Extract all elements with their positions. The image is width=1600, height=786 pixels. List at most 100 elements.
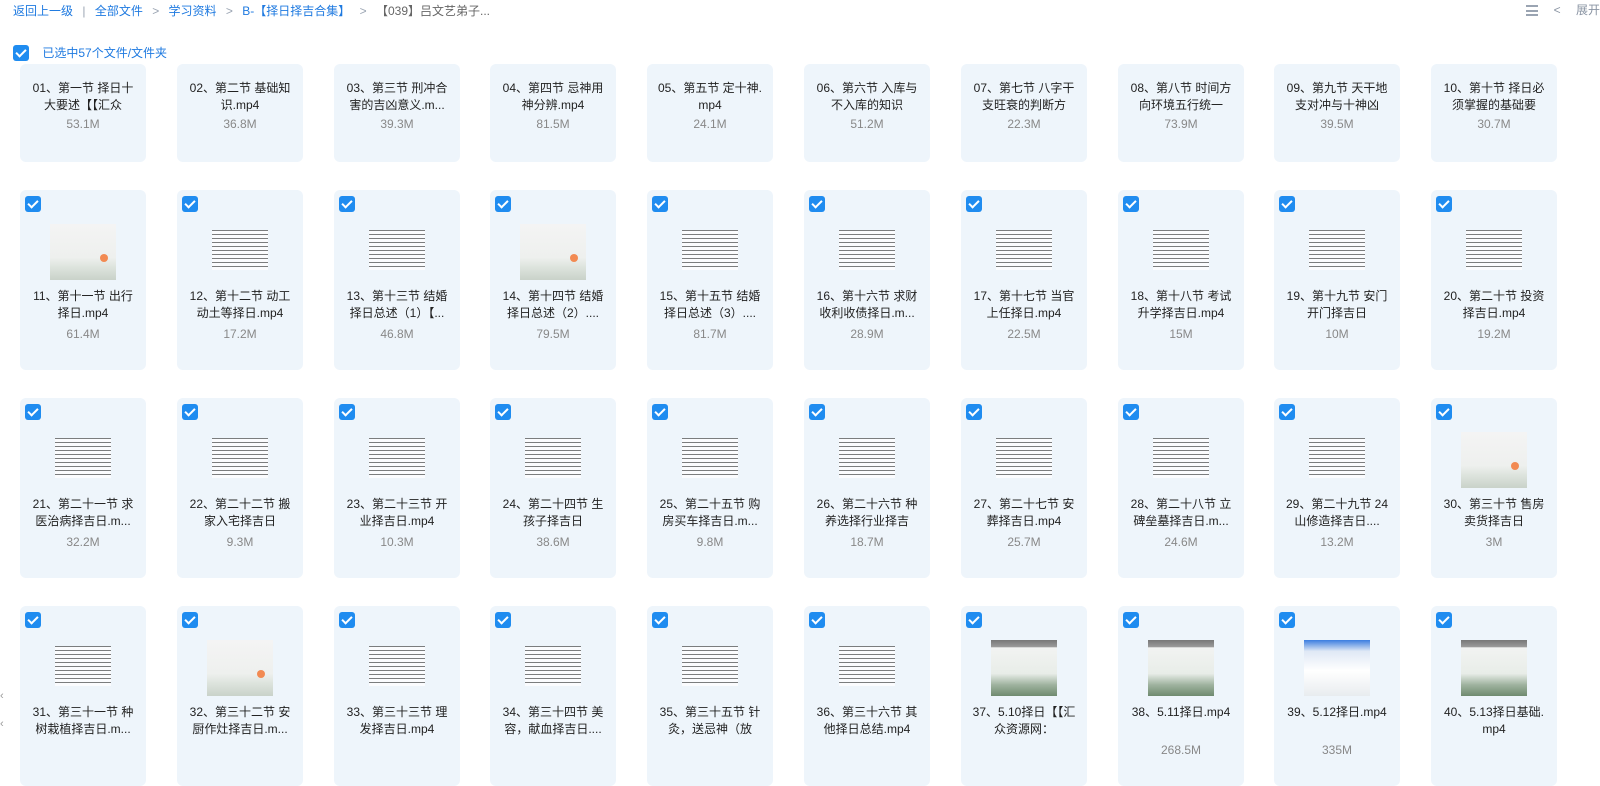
collapse-arrow-icon[interactable]: < (1554, 3, 1561, 17)
file-checkbox[interactable] (809, 196, 825, 212)
file-checkbox[interactable] (966, 404, 982, 420)
file-name: 04、第四节 忌神用神分辨.mp4 (502, 81, 604, 112)
file-checkbox[interactable] (1123, 196, 1139, 212)
file-card[interactable]: 27、第二十七节 安葬择吉日.mp4 25.7M (961, 398, 1087, 578)
file-card[interactable]: 10、第十节 择日必须掌握的基础要 30.7M (1431, 64, 1557, 162)
breadcrumb-study-materials[interactable]: 学习资料 (169, 2, 217, 19)
file-card[interactable]: 16、第十六节 求财收利收债择日.m... 28.9M (804, 190, 930, 370)
scroll-left-icon[interactable]: ‹ (0, 718, 4, 730)
file-checkbox[interactable] (966, 196, 982, 212)
file-checkbox[interactable] (182, 196, 198, 212)
file-checkbox[interactable] (1436, 612, 1452, 628)
file-name: 08、第八节 时间方向环境五行统一 (1130, 81, 1232, 112)
video-thumbnail (1309, 230, 1365, 270)
file-card[interactable]: 36、第三十六节 其他择日总结.mp4 (804, 606, 930, 786)
file-card[interactable]: 05、第五节 定十神.mp4 24.1M (647, 64, 773, 162)
file-card[interactable]: 20、第二十节 投资择吉日.mp4 19.2M (1431, 190, 1557, 370)
file-card[interactable]: 37、5.10择日【【汇众资源网： (961, 606, 1087, 786)
file-card[interactable]: 23、第二十三节 开业择吉日.mp4 10.3M (334, 398, 460, 578)
file-checkbox[interactable] (1123, 612, 1139, 628)
file-size: 30.7M (1477, 117, 1511, 131)
file-size: 38.6M (536, 535, 570, 549)
file-card[interactable]: 01、第一节 择日十大要述【【汇众 53.1M (20, 64, 146, 162)
video-thumbnail (1309, 438, 1365, 478)
file-card[interactable]: 17、第十七节 当官上任择日.mp4 22.5M (961, 190, 1087, 370)
file-card[interactable]: 38、5.11择日.mp4 268.5M (1118, 606, 1244, 786)
file-card[interactable]: 02、第二节 基础知识.mp4 36.8M (177, 64, 303, 162)
file-card[interactable]: 29、第二十九节 24山修造择吉日.... 13.2M (1274, 398, 1400, 578)
file-card[interactable]: 40、5.13择日基础.mp4 (1431, 606, 1557, 786)
file-checkbox[interactable] (182, 612, 198, 628)
file-card[interactable]: 04、第四节 忌神用神分辨.mp4 81.5M (490, 64, 616, 162)
file-card[interactable]: 19、第十九节 安门开门择吉日 10M (1274, 190, 1400, 370)
file-checkbox[interactable] (652, 196, 668, 212)
file-card[interactable]: 22、第二十二节 搬家入宅择吉日 9.3M (177, 398, 303, 578)
file-checkbox[interactable] (1279, 612, 1295, 628)
file-card[interactable]: 34、第三十四节 美容，献血择吉日.... (490, 606, 616, 786)
expand-button[interactable]: 展开 (1576, 1, 1600, 18)
file-card[interactable]: 35、第三十五节 针灸，送忌神（放 (647, 606, 773, 786)
video-thumbnail (1304, 640, 1370, 696)
file-checkbox[interactable] (1436, 404, 1452, 420)
video-thumbnail (1148, 640, 1214, 696)
list-view-icon[interactable] (1526, 5, 1539, 17)
file-card[interactable]: 31、第三十一节 种树栽植择吉日.m... (20, 606, 146, 786)
file-card[interactable]: 30、第三十节 售房卖货择吉日 3M (1431, 398, 1557, 578)
file-checkbox[interactable] (339, 404, 355, 420)
file-checkbox[interactable] (339, 612, 355, 628)
file-size: 81.7M (693, 327, 727, 341)
file-checkbox[interactable] (1123, 404, 1139, 420)
file-card[interactable]: 25、第二十五节 购房买车择吉日.m... 9.8M (647, 398, 773, 578)
back-link[interactable]: 返回上一级 (13, 2, 73, 19)
file-checkbox[interactable] (809, 404, 825, 420)
file-checkbox[interactable] (1436, 196, 1452, 212)
file-checkbox[interactable] (809, 612, 825, 628)
file-checkbox[interactable] (1279, 196, 1295, 212)
file-card[interactable]: 33、第三十三节 理发择吉日.mp4 (334, 606, 460, 786)
file-card[interactable]: 07、第七节 八字干支旺衰的判断方 22.3M (961, 64, 1087, 162)
file-card[interactable]: 12、第十二节 动工动土等择日.mp4 17.2M (177, 190, 303, 370)
breadcrumb-all-files[interactable]: 全部文件 (95, 2, 143, 19)
file-card[interactable]: 26、第二十六节 种养选择行业择吉 18.7M (804, 398, 930, 578)
file-name: 16、第十六节 求财收利收债择日.m... (816, 289, 918, 320)
file-card[interactable]: 21、第二十一节 求医治病择吉日.m... 32.2M (20, 398, 146, 578)
file-card[interactable]: 39、5.12择日.mp4 335M (1274, 606, 1400, 786)
file-checkbox[interactable] (339, 196, 355, 212)
file-card[interactable]: 13、第十三节 结婚择日总述（1）【... 46.8M (334, 190, 460, 370)
file-card[interactable]: 11、第十一节 出行择日.mp4 61.4M (20, 190, 146, 370)
file-card[interactable]: 18、第十八节 考试升学择吉日.mp4 15M (1118, 190, 1244, 370)
file-size: 10.3M (380, 535, 414, 549)
file-card[interactable]: 09、第九节 天干地支对冲与十神凶 39.5M (1274, 64, 1400, 162)
file-checkbox[interactable] (25, 404, 41, 420)
file-checkbox[interactable] (1279, 404, 1295, 420)
file-name: 03、第三节 刑冲合害的吉凶意义.m... (346, 81, 448, 112)
file-checkbox[interactable] (182, 404, 198, 420)
file-size: 24.6M (1164, 535, 1198, 549)
file-card[interactable]: 03、第三节 刑冲合害的吉凶意义.m... 39.3M (334, 64, 460, 162)
file-checkbox[interactable] (25, 612, 41, 628)
file-checkbox[interactable] (495, 612, 511, 628)
file-checkbox[interactable] (495, 196, 511, 212)
file-card[interactable]: 08、第八节 时间方向环境五行统一 73.9M (1118, 64, 1244, 162)
file-checkbox[interactable] (652, 404, 668, 420)
breadcrumb-separator: > (225, 4, 233, 18)
file-card[interactable]: 28、第二十八节 立碑垒墓择吉日.m... 24.6M (1118, 398, 1244, 578)
file-name: 06、第六节 入库与不入库的知识 (816, 81, 918, 112)
file-size: 13.2M (1320, 535, 1354, 549)
file-card[interactable]: 14、第十四节 结婚择日总述（2）.... 79.5M (490, 190, 616, 370)
breadcrumb-collection[interactable]: B-【择日择吉合集】 (242, 2, 350, 19)
file-size: 73.9M (1164, 117, 1198, 131)
select-all-checkbox[interactable] (13, 44, 29, 61)
file-card[interactable]: 06、第六节 入库与不入库的知识 51.2M (804, 64, 930, 162)
scroll-left-icon[interactable]: ‹ (0, 690, 4, 702)
file-card[interactable]: 32、第三十二节 安厨作灶择吉日.m... (177, 606, 303, 786)
file-name: 27、第二十七节 安葬择吉日.mp4 (973, 497, 1075, 528)
file-checkbox[interactable] (652, 612, 668, 628)
file-checkbox[interactable] (966, 612, 982, 628)
file-card[interactable]: 15、第十五节 结婚择日总述（3）.... 81.7M (647, 190, 773, 370)
file-checkbox[interactable] (495, 404, 511, 420)
file-checkbox[interactable] (25, 196, 41, 212)
file-size: 46.8M (380, 327, 414, 341)
file-name: 15、第十五节 结婚择日总述（3）.... (659, 289, 761, 320)
file-card[interactable]: 24、第二十四节 生孩子择吉日 38.6M (490, 398, 616, 578)
